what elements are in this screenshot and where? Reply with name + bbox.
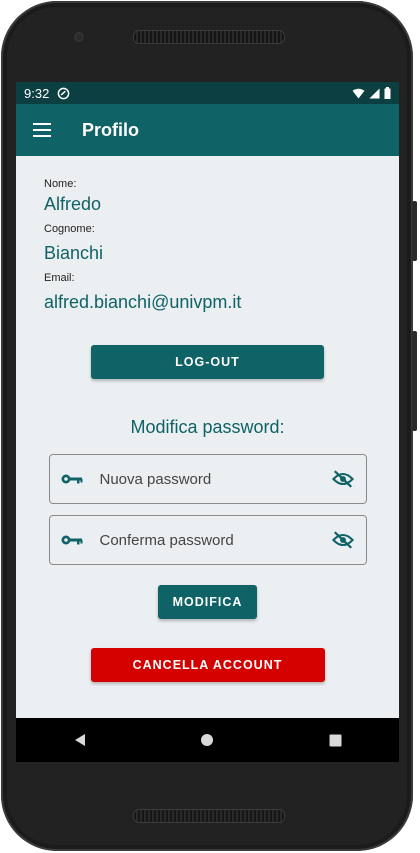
email-value: alfred.bianchi@univpm.it: [44, 292, 242, 312]
modify-password-button[interactable]: MODIFICA: [158, 585, 257, 619]
new-password-input[interactable]: [97, 469, 322, 489]
nav-back-button[interactable]: [65, 725, 95, 755]
page-title: Profilo: [82, 119, 139, 140]
front-camera: [74, 32, 84, 42]
delete-account-button[interactable]: CANCELLA ACCOUNT: [90, 648, 325, 682]
nav-home-icon: [201, 734, 214, 746]
key-icon: [61, 474, 82, 484]
status-time: 9:32: [24, 85, 50, 101]
power-button: [412, 201, 417, 261]
menu-button[interactable]: [16, 104, 68, 156]
app-bar: Profilo: [16, 104, 399, 156]
password-section-title: Modifica password:: [130, 417, 285, 437]
screen: 9:32 Profilo Nome: Alfredo Cognome: Bian…: [16, 82, 399, 718]
nav-back-icon: [74, 734, 85, 746]
nav-recents-button[interactable]: [320, 725, 350, 755]
name-value: Alfredo: [44, 194, 102, 214]
name-label: Nome:: [44, 178, 77, 190]
menu-icon: [33, 123, 51, 137]
surname-label: Cognome:: [44, 223, 95, 235]
logout-button[interactable]: LOG-OUT: [91, 345, 324, 379]
visibility-off-icon[interactable]: [331, 469, 354, 489]
new-password-field[interactable]: [48, 454, 367, 504]
system-nav-bar: [16, 718, 399, 762]
confirm-password-field[interactable]: [48, 515, 367, 565]
top-speaker: [133, 30, 285, 44]
nav-recents-icon: [329, 734, 342, 746]
surname-value: Bianchi: [44, 243, 104, 263]
key-icon: [61, 535, 82, 545]
battery-icon: [384, 87, 391, 99]
email-label: Email:: [44, 272, 75, 284]
profile-content: Nome: Alfredo Cognome: Bianchi Email: al…: [16, 178, 399, 313]
wifi-icon: [352, 88, 365, 99]
signal-icon: [369, 87, 380, 99]
volume-button: [412, 331, 417, 431]
status-bar: 9:32: [16, 82, 399, 104]
nav-home-button[interactable]: [192, 725, 222, 755]
bottom-speaker: [133, 809, 285, 823]
confirm-password-input[interactable]: [97, 530, 322, 550]
visibility-off-icon[interactable]: [331, 530, 354, 550]
notification-icon: [57, 87, 70, 99]
